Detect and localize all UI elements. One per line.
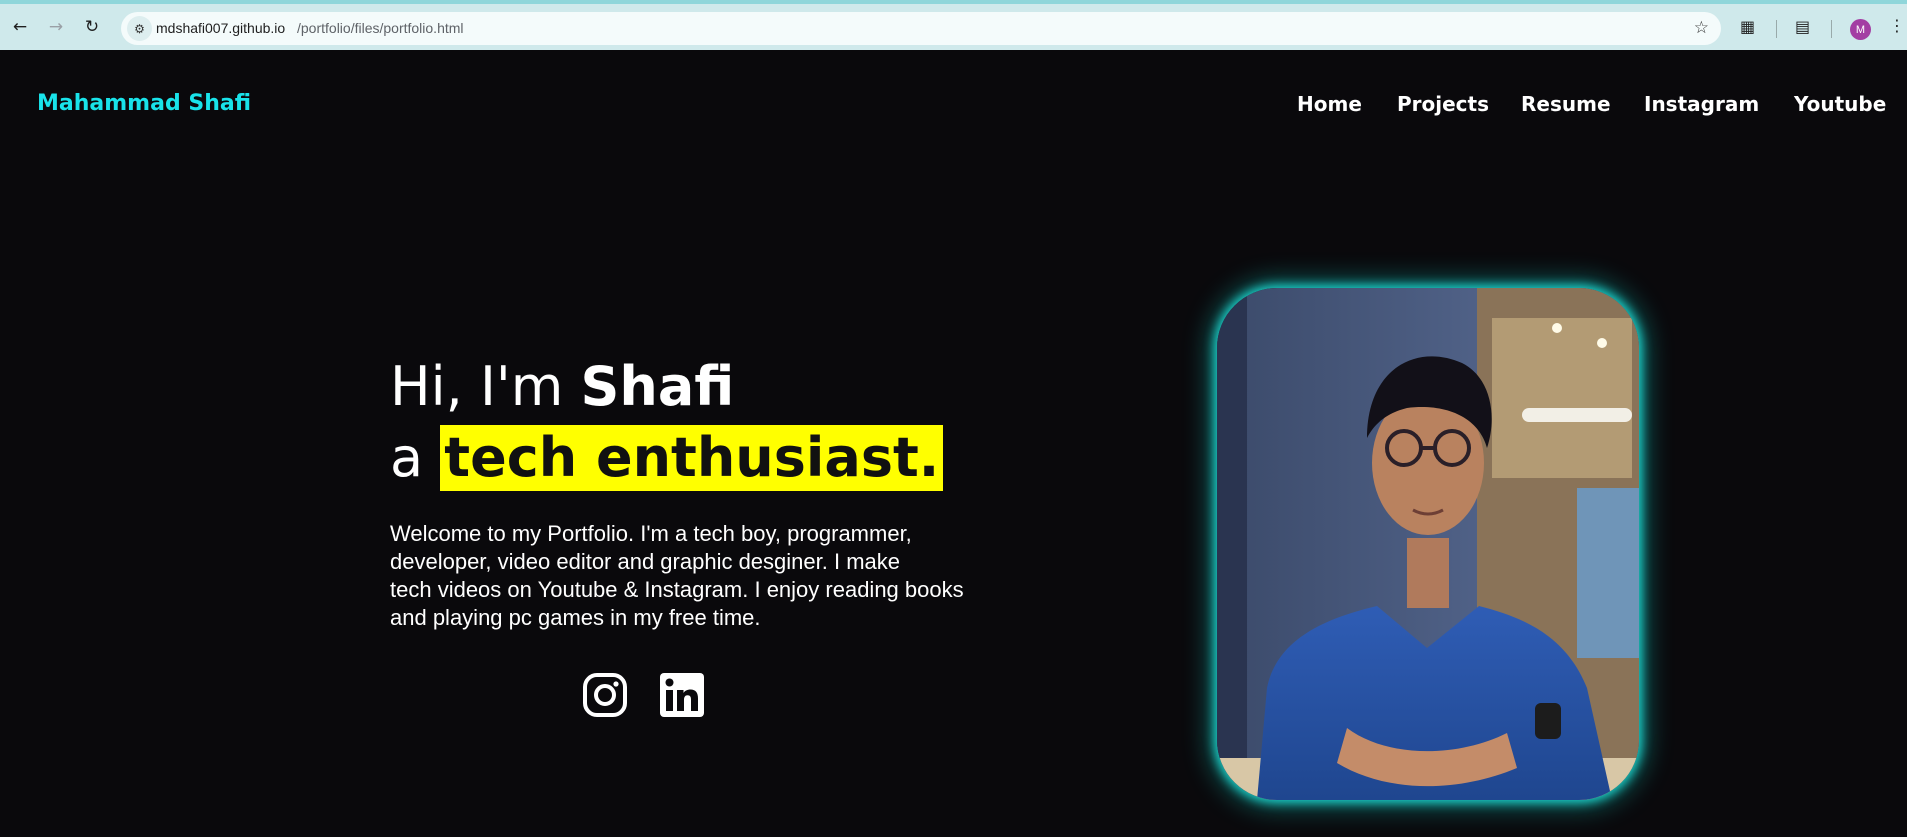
browser-toolbar: ← → ↻ ⚙ mdshafi007.github.io /portfolio/… — [0, 0, 1907, 50]
tagline-prefix: a — [390, 426, 441, 489]
nav-resume[interactable]: Resume — [1521, 92, 1611, 116]
profile-avatar[interactable]: M — [1850, 19, 1871, 40]
profile-portrait — [1217, 288, 1639, 800]
greeting-text: Hi, I'm — [390, 355, 581, 418]
intro-line: tech videos on Youtube & Instagram. I en… — [390, 577, 964, 602]
site-brand[interactable]: Mahammad Shafi — [37, 91, 251, 116]
site-info-icon[interactable]: ⚙ — [127, 16, 152, 41]
extensions-icon[interactable]: ▦ — [1740, 17, 1755, 36]
nav-youtube[interactable]: Youtube — [1794, 92, 1886, 116]
bookmark-star-icon[interactable]: ☆ — [1694, 18, 1709, 38]
intro-line: Welcome to my Portfolio. I'm a tech boy,… — [390, 521, 912, 546]
toolbar-divider — [1776, 20, 1777, 38]
intro-paragraph: Welcome to my Portfolio. I'm a tech boy,… — [390, 520, 1030, 632]
nav-instagram[interactable]: Instagram — [1644, 92, 1759, 116]
linkedin-icon[interactable] — [659, 672, 705, 718]
toolbar-divider — [1831, 20, 1832, 38]
forward-arrow-icon[interactable]: → — [44, 15, 68, 39]
reload-icon[interactable]: ↻ — [80, 15, 104, 39]
nav-projects[interactable]: Projects — [1397, 92, 1489, 116]
reading-list-icon[interactable]: ▤ — [1795, 17, 1810, 36]
hero-greeting: Hi, I'm Shafi — [390, 355, 734, 418]
tagline-highlight: tech enthusiast. — [440, 425, 944, 491]
hero-tagline: a tech enthusiast. — [390, 425, 944, 491]
intro-line: and playing pc games in my free time. — [390, 605, 761, 630]
intro-line: developer, video editor and graphic desg… — [390, 549, 900, 574]
url-host: mdshafi007.github.io — [156, 20, 286, 36]
address-bar[interactable]: ⚙ mdshafi007.github.io /portfolio/files/… — [121, 12, 1721, 45]
nav-home[interactable]: Home — [1297, 92, 1362, 116]
hero-name: Shafi — [580, 355, 735, 418]
url-path: /portfolio/files/portfolio.html — [297, 20, 464, 36]
back-arrow-icon[interactable]: ← — [8, 15, 32, 39]
instagram-icon[interactable] — [582, 672, 628, 718]
menu-kebab-icon[interactable]: ⋮ — [1889, 16, 1905, 35]
